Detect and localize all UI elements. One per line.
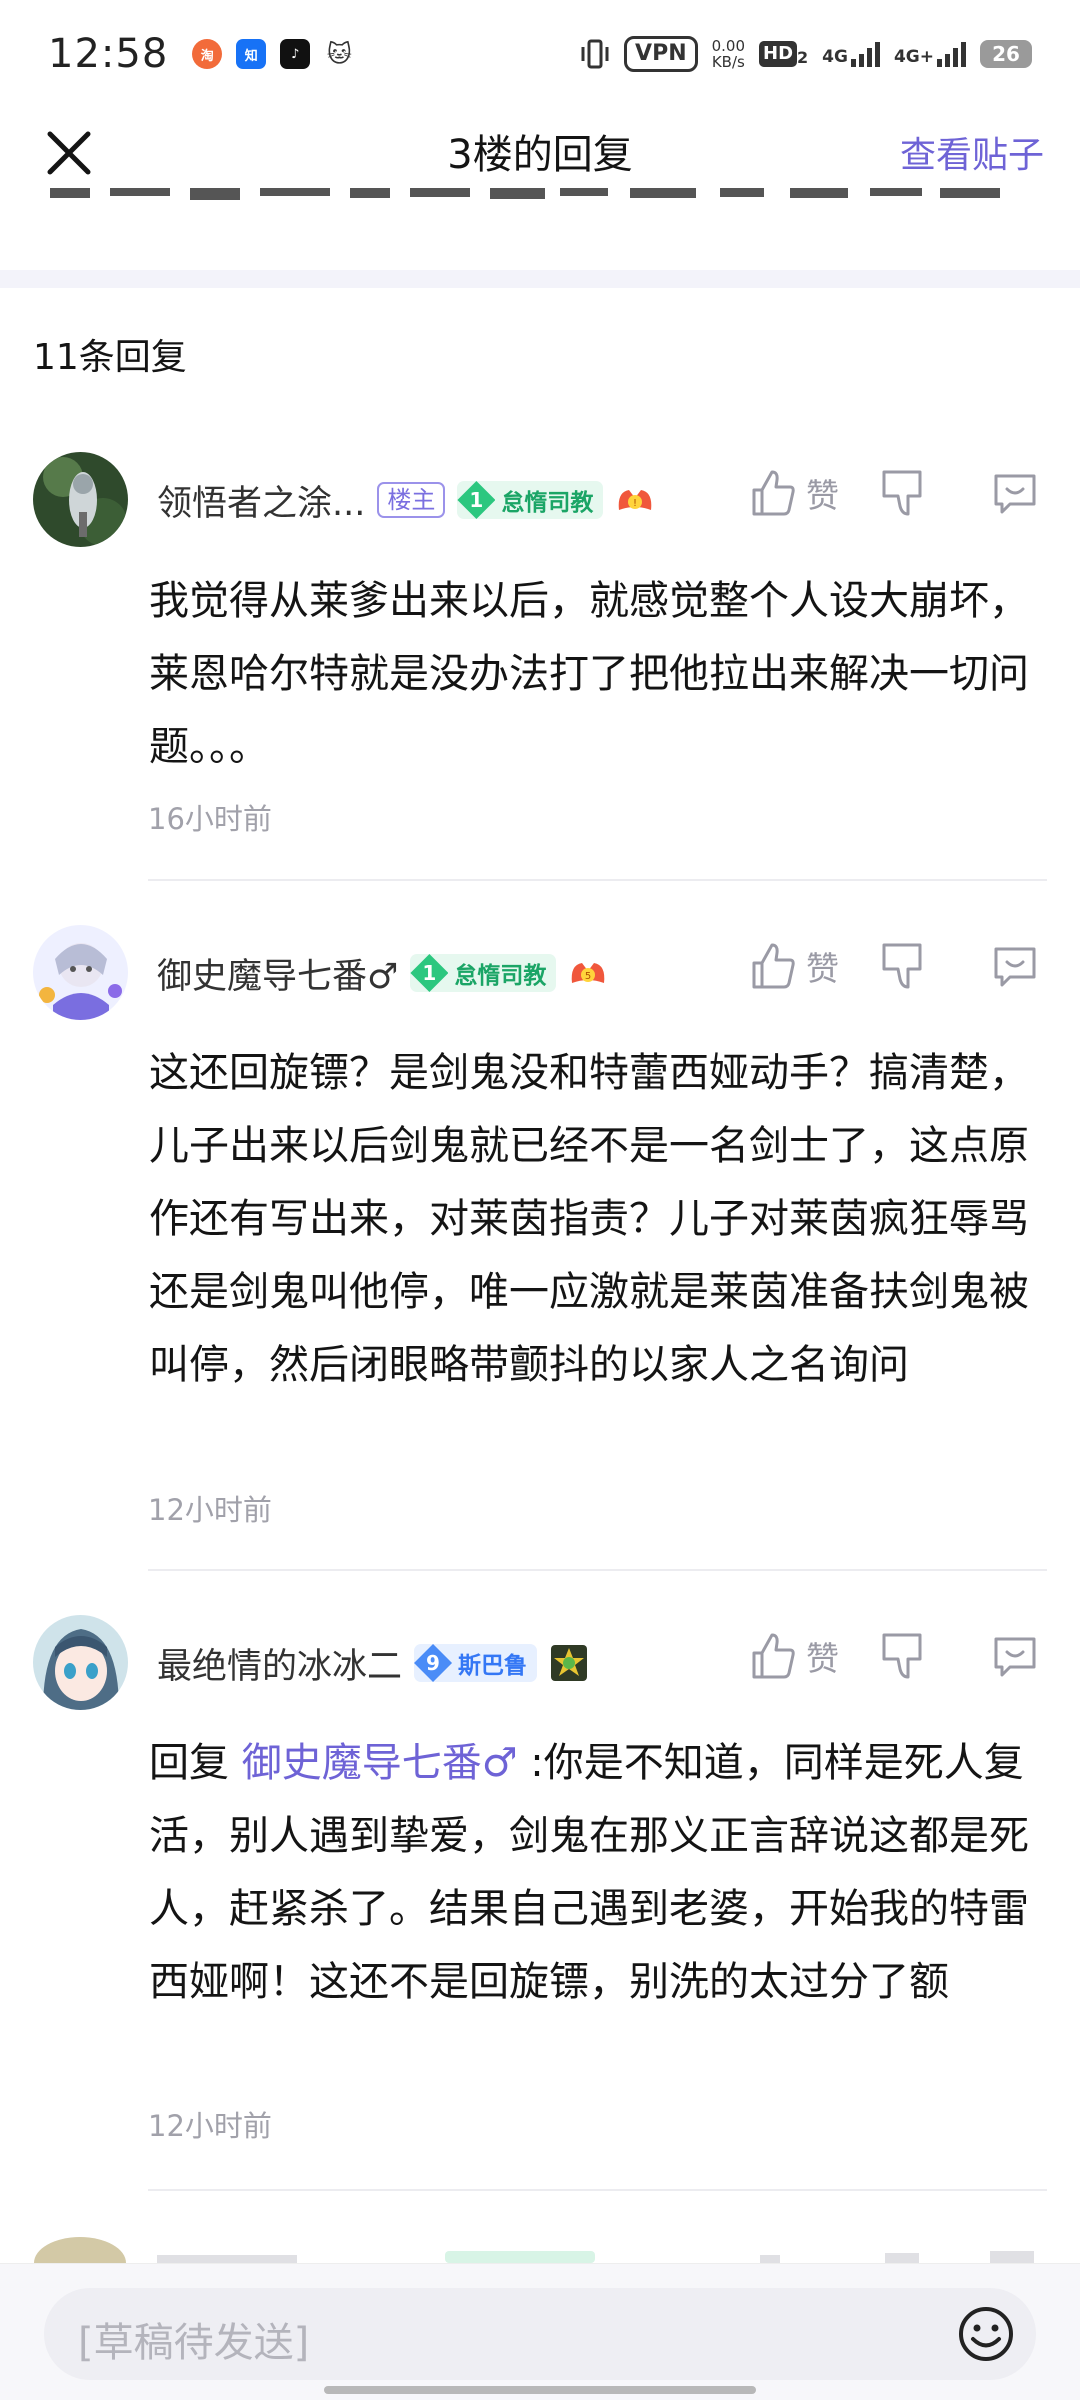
reply-item: 最绝情的冰冰二 9 斯巴鲁 赞 回复 御史魔导七番♂ :你是不知道，同样是死人复… <box>0 1615 1080 2195</box>
vpn-indicator: VPN <box>624 36 698 72</box>
comment-icon[interactable] <box>990 941 1040 991</box>
emoji-icon[interactable] <box>956 2304 1016 2364</box>
thumbs-down-icon[interactable] <box>880 1631 926 1681</box>
battery-indicator: 26 <box>980 40 1032 68</box>
nav-bar: 3楼的回复 查看贴子 <box>0 108 1080 194</box>
medal-icon[interactable] <box>549 1643 589 1683</box>
reply-content: 这还回旋镖？是剑鬼没和特蕾西娅动手？搞清楚，儿子出来以后剑鬼就已经不是一名剑士了… <box>149 1050 1029 1388</box>
reply-item: 御史魔导七番♂ 1 怠惰司教 5 赞 这还回旋镖？是剑鬼没和特蕾西娅动手？搞清楚… <box>0 925 1080 1575</box>
svg-text:5: 5 <box>585 971 591 982</box>
status-time: 12:58 <box>48 31 169 77</box>
thumbs-down-icon[interactable] <box>880 468 926 518</box>
page-title: 3楼的回复 <box>447 132 633 178</box>
hd-label: HD <box>759 41 798 67</box>
like-label: 赞 <box>806 476 839 515</box>
like-button[interactable]: 赞 <box>750 941 839 991</box>
signal-bars-icon <box>937 41 966 67</box>
hd-sub: 2 <box>797 48 809 67</box>
reply-content: 我觉得从莱爹出来以后，就感觉整个人设大崩坏，莱恩哈尔特就是没办法打了把他拉出来解… <box>149 578 1029 770</box>
level-badge[interactable]: 1 怠惰司教 <box>457 481 604 519</box>
thumbs-up-icon <box>752 470 795 516</box>
host-badge: 楼主 <box>377 482 446 518</box>
reply-actions: 赞 <box>750 941 1080 1001</box>
tiktok-app-icon: ♪ <box>280 39 311 69</box>
thumbs-down-icon[interactable] <box>880 941 926 991</box>
reply-time: 12小时前 <box>148 1493 272 1527</box>
reply-item: 领悟者之涂... 楼主 1 怠惰司教 ! 赞 我觉得从莱爹出来以后，就感觉整个人… <box>0 452 1080 882</box>
hd-indicator: HD 2 <box>759 41 808 67</box>
level-title: 斯巴鲁 <box>458 1653 528 1679</box>
avatar[interactable] <box>33 925 128 1020</box>
thumbs-up-icon <box>752 943 795 989</box>
divider <box>148 879 1047 881</box>
shopping-app-icon: 淘 <box>192 39 223 69</box>
close-icon[interactable] <box>40 124 98 182</box>
notification-icons: 淘 知 ♪ 🐱 <box>192 39 354 69</box>
like-button[interactable]: 赞 <box>750 468 839 518</box>
like-label: 赞 <box>806 949 839 988</box>
reply-time: 16小时前 <box>148 802 272 836</box>
reply-count: 11条回复 <box>33 337 187 378</box>
next-reply-peek <box>0 2235 1080 2263</box>
status-bar: 12:58 淘 知 ♪ 🐱 VPN 0.00 KB/s HD 2 4G 4G+ … <box>0 0 1080 108</box>
network-speed: 0.00 KB/s <box>712 38 745 70</box>
reply-input[interactable]: [草稿待发送] <box>44 2288 1036 2380</box>
level-badge[interactable]: 9 斯巴鲁 <box>414 1644 538 1682</box>
reply-input-placeholder: [草稿待发送] <box>78 2320 310 2366</box>
username[interactable]: 领悟者之涂... <box>157 475 365 526</box>
bottom-input-bar: [草稿待发送] <box>0 2263 1080 2400</box>
level-title: 怠惰司教 <box>454 963 547 989</box>
level-number: 9 <box>414 1644 453 1682</box>
level-number: 1 <box>410 954 449 992</box>
mention-link[interactable]: 御史魔导七番♂ <box>242 1740 518 1786</box>
level-title: 怠惰司教 <box>501 490 594 516</box>
divider <box>148 2189 1047 2191</box>
thumbs-up-icon <box>752 1633 795 1679</box>
section-separator <box>0 270 1080 288</box>
clipped-text-remnant <box>50 188 1000 200</box>
username[interactable]: 御史魔导七番♂ <box>157 948 398 999</box>
zhihu-app-icon: 知 <box>236 39 267 69</box>
medal-icon[interactable]: ! <box>615 480 655 520</box>
network-type-2: 4G+ <box>893 47 934 67</box>
avatar[interactable] <box>33 452 128 547</box>
reply-prefix: 回复 <box>149 1740 242 1786</box>
reply-actions: 赞 <box>750 468 1080 528</box>
level-badge[interactable]: 1 怠惰司教 <box>410 954 557 992</box>
home-indicator[interactable] <box>324 2386 756 2394</box>
signal-1: 4G <box>822 41 880 67</box>
reply-content: 回复 御史魔导七番♂ :你是不知道，同样是死人复活，别人遇到挚爱，剑鬼在那义正言… <box>149 1727 1049 2019</box>
cat-app-icon: 🐱 <box>326 40 352 68</box>
level-number: 1 <box>457 481 496 519</box>
divider <box>148 1569 1047 1571</box>
scrolled-post-text <box>0 188 1080 228</box>
like-button[interactable]: 赞 <box>750 1631 839 1681</box>
medal-icon[interactable]: 5 <box>568 953 608 993</box>
reply-actions: 赞 <box>750 1631 1080 1691</box>
signal-bars-icon <box>850 41 880 67</box>
network-type-1: 4G <box>822 47 848 67</box>
comment-icon[interactable] <box>990 1631 1040 1681</box>
comment-icon[interactable] <box>990 468 1040 518</box>
username[interactable]: 最绝情的冰冰二 <box>157 1638 402 1689</box>
net-speed-unit: KB/s <box>711 53 745 71</box>
vibrate-icon <box>581 39 609 69</box>
like-label: 赞 <box>806 1639 839 1678</box>
svg-text:!: ! <box>633 498 637 509</box>
reply-time: 12小时前 <box>148 2109 272 2143</box>
signal-2: 4G+ <box>894 41 966 67</box>
view-post-link[interactable]: 查看贴子 <box>900 126 1044 178</box>
avatar[interactable] <box>33 1615 128 1710</box>
